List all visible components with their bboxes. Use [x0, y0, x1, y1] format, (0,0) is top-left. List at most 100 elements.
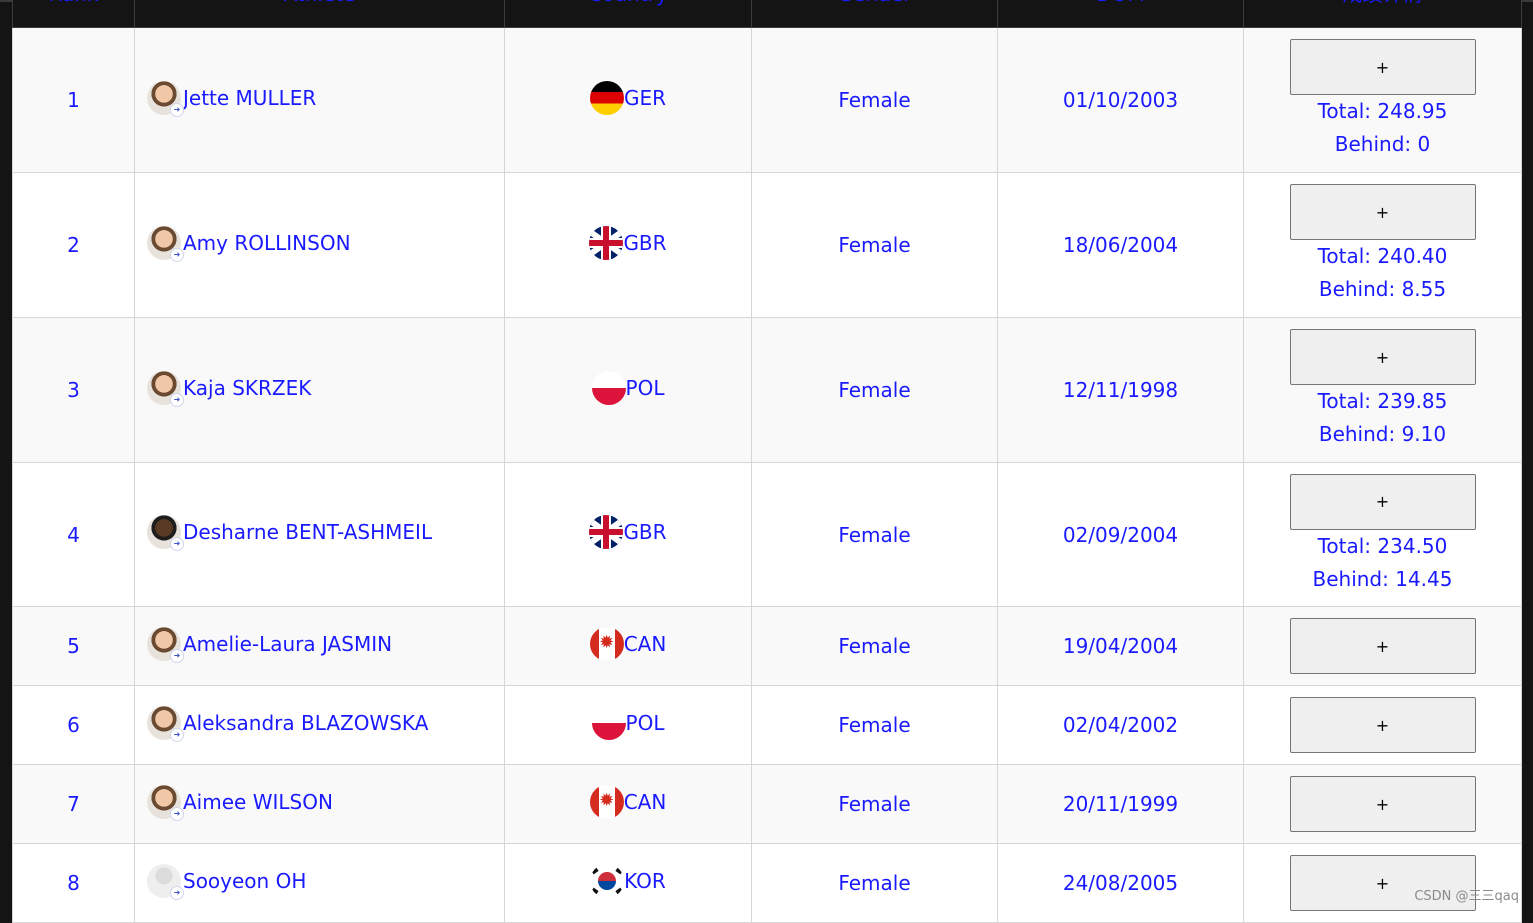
arrow-badge-icon: ➜ — [170, 102, 184, 117]
athlete-cell: ➜ Desharne BENT-ASHMEIL — [134, 462, 505, 607]
rank-cell: 4 — [12, 462, 135, 607]
header-athlete: Athlete — [134, 0, 505, 28]
poland-flag-icon — [591, 705, 626, 740]
rank-cell: 3 — [12, 317, 135, 463]
table-header-row: Rank Athlete Country Gender DOM 成绩详情 — [12, 0, 1522, 28]
total-score: Total: 240.40 — [1317, 244, 1448, 268]
behind-score: Behind: 14.45 — [1312, 566, 1453, 591]
country-code: CAN — [623, 631, 667, 656]
expand-details-button[interactable]: + — [1289, 473, 1476, 530]
header-rank: Rank — [12, 0, 135, 28]
dob-cell: 18/06/2004 — [997, 172, 1244, 318]
gender-cell: Female — [751, 843, 998, 923]
country-code: GBR — [623, 230, 667, 255]
total-score: Total: 234.50 — [1317, 533, 1448, 558]
country-cell: GER — [504, 27, 752, 173]
poland-flag-icon — [591, 370, 626, 405]
rank-cell: 6 — [12, 685, 135, 765]
uk-flag-icon — [589, 515, 624, 549]
detail-cell: + — [1243, 843, 1522, 923]
germany-flag-icon — [589, 80, 624, 115]
rank-cell: 8 — [12, 843, 135, 923]
expand-details-button[interactable]: + — [1289, 39, 1476, 95]
behind-score: Behind: 9.10 — [1318, 422, 1447, 446]
rank-cell: 2 — [12, 172, 135, 318]
expand-details-button[interactable]: + — [1289, 776, 1476, 832]
detail-cell: + Total: 239.85 Behind: 9.10 — [1243, 317, 1522, 463]
expand-details-button[interactable]: + — [1289, 184, 1476, 240]
athlete-name-link[interactable]: Amy ROLLINSON — [183, 231, 351, 255]
athlete-name-link[interactable]: Aleksandra BLAZOWSKA — [183, 711, 428, 735]
header-dob: DOM — [997, 0, 1244, 28]
athlete-cell: ➜ Amy ROLLINSON — [134, 172, 505, 318]
athlete-cell: ➜ Jette MULLER — [134, 27, 505, 173]
table-row: 2 ➜ Amy ROLLINSON GBR Female 18/06/2004 … — [12, 172, 1522, 318]
watermark: CSDN @三三qaq — [1414, 889, 1519, 904]
dob-cell: 12/11/1998 — [997, 317, 1244, 463]
expand-details-button[interactable]: + — [1289, 618, 1476, 674]
dob-cell: 19/04/2004 — [997, 606, 1244, 686]
dob-cell: 20/11/1999 — [997, 764, 1244, 844]
country-cell: ✹ CAN — [504, 606, 752, 686]
country-code: GBR — [623, 520, 667, 544]
arrow-badge-icon: ➜ — [170, 537, 184, 551]
detail-cell: + — [1243, 606, 1522, 686]
arrow-badge-icon: ➜ — [170, 247, 184, 262]
expand-details-button[interactable]: + — [1289, 697, 1476, 753]
ranking-table: Rank Athlete Country Gender DOM 成绩详情 1 ➜… — [12, 0, 1522, 923]
table-row: 6 ➜ Aleksandra BLAZOWSKA POL Female 02/0… — [12, 685, 1522, 765]
canada-flag-icon: ✹ — [589, 626, 624, 661]
korea-flag-icon — [590, 863, 625, 898]
athlete-name-link[interactable]: Kaja SKRZEK — [183, 376, 311, 400]
gender-cell: Female — [751, 172, 998, 318]
country-cell: KOR — [504, 843, 752, 923]
rank-cell: 1 — [12, 27, 135, 173]
header-country: Country — [504, 0, 752, 28]
gender-cell: Female — [751, 317, 998, 463]
athlete-cell: ➜ Kaja SKRZEK — [134, 317, 505, 463]
country-code: CAN — [623, 789, 667, 814]
country-cell: POL — [504, 685, 752, 765]
athlete-avatar-icon[interactable]: ➜ — [147, 80, 184, 117]
arrow-badge-icon: ➜ — [170, 392, 184, 407]
athlete-cell: ➜ Amelie-Laura JASMIN — [134, 606, 505, 686]
country-cell: GBR — [504, 462, 752, 607]
total-score: Total: 248.95 — [1317, 99, 1448, 123]
placeholder-avatar-icon[interactable]: ➜ — [147, 863, 184, 900]
athlete-cell: ➜ Aimee WILSON — [134, 764, 505, 844]
country-code: POL — [625, 375, 665, 400]
expand-details-button[interactable]: + — [1289, 329, 1476, 385]
rank-cell: 7 — [12, 764, 135, 844]
table-row: 1 ➜ Jette MULLER GER Female 01/10/2003 +… — [12, 27, 1522, 173]
country-code: POL — [625, 710, 665, 735]
total-score: Total: 239.85 — [1317, 389, 1448, 413]
athlete-name-link[interactable]: Jette MULLER — [183, 86, 316, 110]
gender-cell: Female — [751, 606, 998, 686]
table-row: 4 ➜ Desharne BENT-ASHMEIL GBR Female 02/… — [12, 462, 1522, 607]
gender-cell: Female — [751, 685, 998, 765]
dob-cell: 01/10/2003 — [997, 27, 1244, 173]
dob-cell: 02/04/2002 — [997, 685, 1244, 765]
athlete-avatar-icon[interactable]: ➜ — [147, 225, 184, 262]
country-code: KOR — [624, 868, 666, 893]
detail-cell: + — [1243, 685, 1522, 765]
detail-cell: + Total: 248.95 Behind: 0 — [1243, 27, 1522, 173]
arrow-badge-icon: ➜ — [170, 727, 184, 742]
athlete-name-link[interactable]: Aimee WILSON — [183, 790, 333, 814]
athlete-avatar-icon[interactable]: ➜ — [147, 784, 184, 821]
dob-cell: 02/09/2004 — [997, 462, 1244, 607]
athlete-avatar-icon[interactable]: ➜ — [147, 626, 184, 663]
athlete-avatar-icon[interactable]: ➜ — [147, 705, 184, 742]
canada-flag-icon: ✹ — [589, 784, 624, 819]
athlete-avatar-icon[interactable]: ➜ — [147, 370, 184, 407]
arrow-badge-icon: ➜ — [170, 885, 184, 900]
athlete-name-link[interactable]: Desharne BENT-ASHMEIL — [183, 520, 432, 544]
detail-cell: + — [1243, 764, 1522, 844]
country-cell: GBR — [504, 172, 752, 318]
behind-score: Behind: 8.55 — [1318, 277, 1447, 301]
athlete-name-link[interactable]: Sooyeon OH — [183, 869, 306, 893]
athlete-avatar-icon[interactable]: ➜ — [147, 515, 184, 551]
arrow-badge-icon: ➜ — [170, 806, 184, 821]
athlete-name-link[interactable]: Amelie-Laura JASMIN — [183, 632, 392, 656]
table-row: 3 ➜ Kaja SKRZEK POL Female 12/11/1998 + … — [12, 317, 1522, 463]
